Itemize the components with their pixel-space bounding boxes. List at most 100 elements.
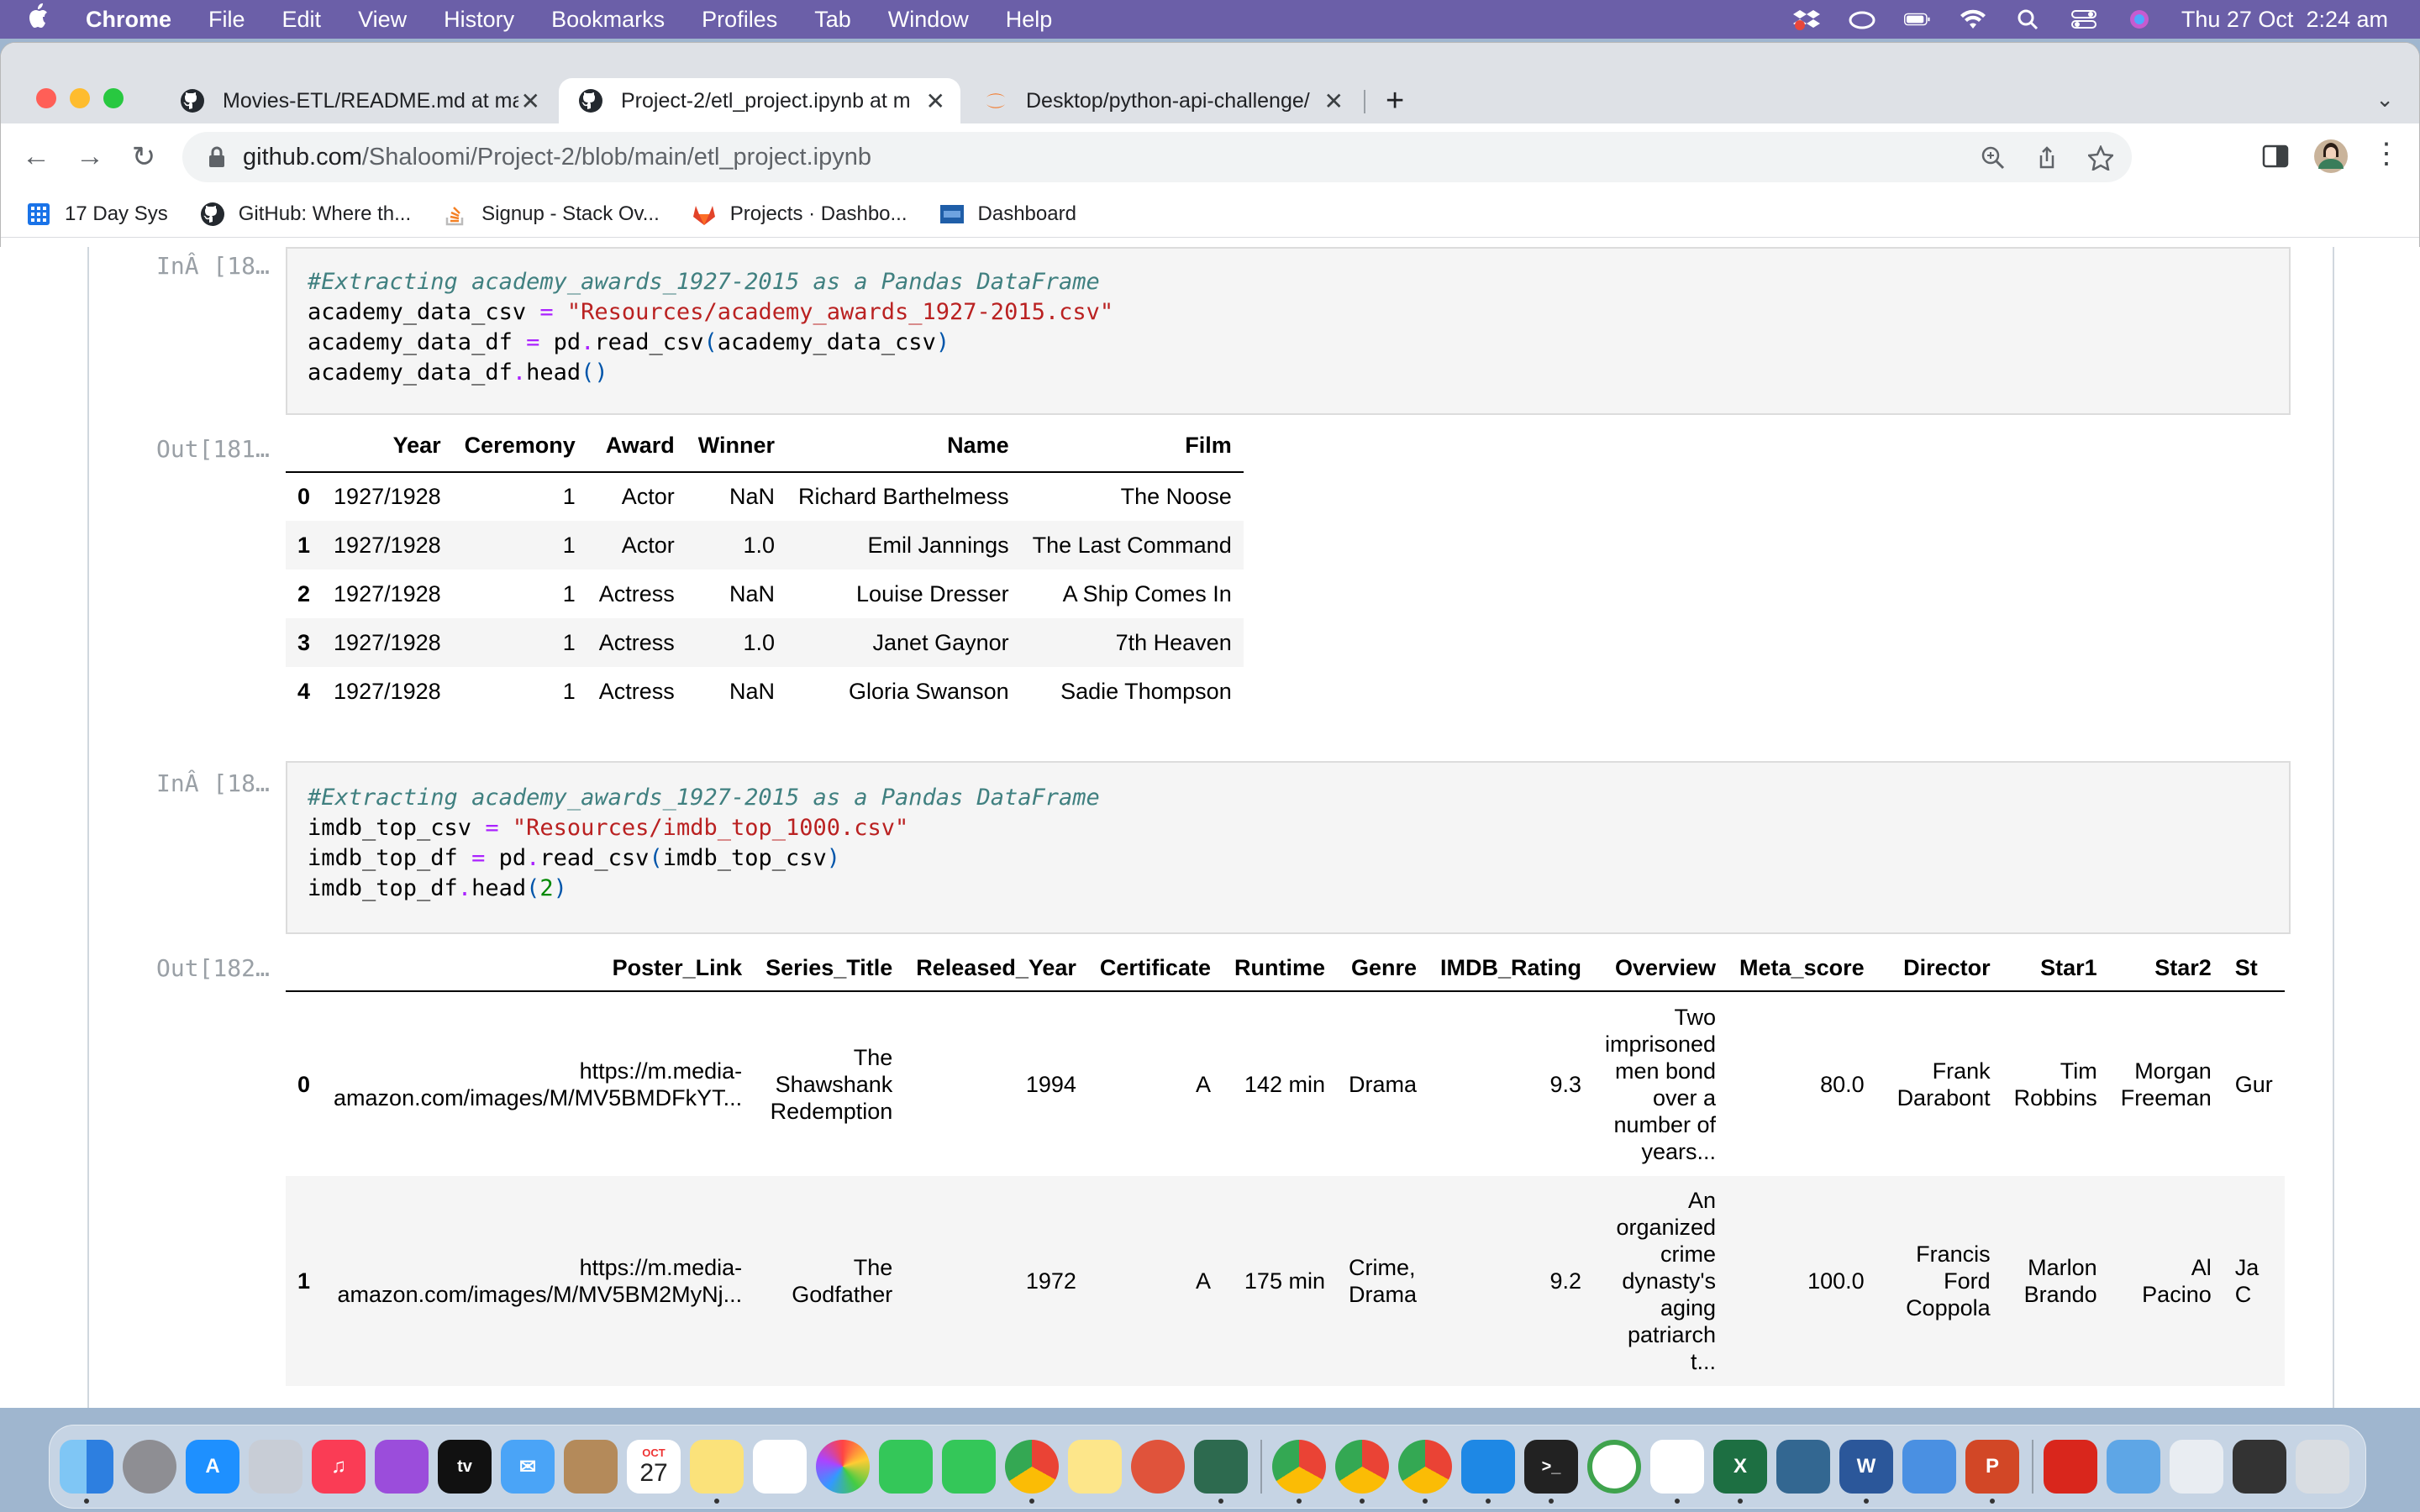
postgres-icon[interactable] — [1776, 1440, 1830, 1494]
stickies-icon[interactable] — [1068, 1440, 1122, 1494]
acrobat-icon[interactable] — [2044, 1440, 2097, 1494]
close-window-button[interactable] — [36, 88, 56, 108]
menu-tab[interactable]: Tab — [814, 7, 851, 33]
code-cell[interactable]: #Extracting academy_awards_1927-2015 as … — [286, 247, 2291, 415]
zoom-window-button[interactable] — [103, 88, 124, 108]
forward-arrow-icon[interactable]: → — [73, 140, 107, 173]
preview-icon[interactable] — [2170, 1440, 2223, 1494]
reload-icon[interactable]: ↻ — [127, 140, 160, 174]
reminders-icon[interactable] — [753, 1440, 807, 1494]
bookmark-dashboard[interactable]: Dashboard — [939, 202, 1076, 227]
menu-file[interactable]: File — [208, 7, 245, 33]
folder-icon[interactable] — [2107, 1440, 2160, 1494]
developer-tools-icon[interactable] — [1902, 1440, 1956, 1494]
mail-icon[interactable]: ✉ — [501, 1440, 555, 1494]
table-cell: 1 — [562, 484, 576, 509]
wifi-tool-icon[interactable] — [1194, 1440, 1248, 1504]
menu-history[interactable]: History — [444, 7, 514, 33]
address-bar[interactable]: github.com/Shaloomi/Project-2/blob/main/… — [182, 132, 2132, 182]
control-center-icon[interactable] — [2070, 8, 2097, 30]
menu-window[interactable]: Window — [888, 7, 969, 33]
creative-cloud-icon[interactable] — [1849, 8, 1876, 30]
music-icon[interactable]: ♫ — [312, 1440, 366, 1494]
column-header: Winner — [697, 433, 776, 458]
table-cell: Crime, Drama — [1348, 1255, 1417, 1307]
tab-separator — [1364, 90, 1365, 113]
menu-profiles[interactable]: Profiles — [702, 7, 777, 33]
messages-icon[interactable] — [879, 1440, 933, 1494]
podcasts-icon[interactable] — [375, 1440, 429, 1494]
table-cell: 175 min — [1244, 1268, 1325, 1294]
bookmark-gitlab-projects[interactable]: Projects · Dashbo... — [692, 202, 908, 227]
facetime-icon[interactable] — [942, 1440, 996, 1494]
menu-bookmarks[interactable]: Bookmarks — [551, 7, 665, 33]
apple-menu-icon[interactable] — [27, 3, 77, 35]
tab-python-api-challenge[interactable]: Desktop/python-api-challenge/ ✕ — [964, 78, 1359, 123]
table-cell: Morgan Freeman — [2120, 1058, 2212, 1110]
menu-edit[interactable]: Edit — [282, 7, 322, 33]
notes-icon[interactable] — [690, 1440, 744, 1504]
close-tab-icon[interactable]: ✕ — [926, 87, 945, 115]
close-tab-icon[interactable]: ✕ — [521, 87, 540, 115]
vscode-icon[interactable] — [1461, 1440, 1515, 1504]
dropbox-status-icon[interactable] — [1792, 8, 1820, 30]
close-tab-icon[interactable]: ✕ — [1324, 87, 1344, 115]
wifi-icon[interactable] — [1960, 8, 1986, 30]
back-arrow-icon[interactable]: ← — [19, 140, 53, 173]
chrome-profile-icon[interactable] — [1398, 1440, 1452, 1504]
bookmark-17-day-sys[interactable]: 17 Day Sys — [26, 202, 168, 227]
bookmark-star-icon[interactable] — [2086, 144, 2115, 172]
table-cell: Marlon Brando — [2023, 1255, 2097, 1307]
siri-icon[interactable] — [2126, 8, 2153, 30]
bookmark-github[interactable]: GitHub: Where th... — [200, 202, 411, 227]
activity-monitor-icon[interactable] — [1587, 1440, 1641, 1494]
table-cell: 1927/1928 — [334, 532, 441, 558]
chrome-profile-icon[interactable] — [1335, 1440, 1389, 1504]
tab-movies-etl[interactable]: Movies-ETL/README.md at ma ✕ — [160, 78, 555, 123]
menu-view[interactable]: View — [358, 7, 407, 33]
lock-icon[interactable] — [208, 146, 226, 168]
code-line: imdb_top_df = pd.read_csv(imdb_top_csv) — [308, 845, 841, 871]
word-icon[interactable]: W — [1839, 1440, 1893, 1504]
git-client-icon[interactable] — [1131, 1440, 1185, 1494]
powerpoint-icon[interactable]: P — [1965, 1440, 2019, 1504]
zoom-icon[interactable] — [1981, 145, 2006, 171]
tab-search-chevron-icon[interactable]: ⌄ — [2375, 87, 2394, 113]
share-icon[interactable] — [2034, 145, 2060, 171]
column-header: St — [2234, 954, 2258, 980]
app-store-icon[interactable]: A — [186, 1440, 239, 1494]
row-index: 3 — [297, 629, 311, 655]
new-tab-button[interactable]: + — [1386, 83, 1404, 119]
terminal-icon[interactable]: >_ — [1524, 1440, 1578, 1504]
minimize-window-button[interactable] — [70, 88, 90, 108]
menubar-clock[interactable]: Thu 27 Oct 2:24 am — [2181, 7, 2388, 33]
code-module: pd — [498, 845, 527, 871]
out-prompt: Out[182… — [156, 954, 270, 982]
bookmark-stack-overflow[interactable]: Signup - Stack Ov... — [443, 202, 660, 227]
chrome-icon[interactable] — [1005, 1440, 1059, 1504]
code-cell[interactable]: #Extracting academy_awards_1927-2015 as … — [286, 761, 2291, 934]
launchpad-icon[interactable] — [249, 1440, 302, 1494]
column-header: Star2 — [2154, 954, 2212, 980]
side-panel-icon[interactable] — [2261, 142, 2290, 171]
excel-icon[interactable]: X — [1713, 1440, 1767, 1504]
photos-icon[interactable] — [816, 1440, 870, 1494]
column-header: Series_Title — [765, 954, 893, 980]
tv-icon[interactable]: tv — [438, 1440, 492, 1494]
menu-app-name[interactable]: Chrome — [86, 7, 171, 33]
profile-avatar[interactable] — [2313, 139, 2349, 174]
calendar-icon[interactable]: OCT 27 — [627, 1440, 681, 1494]
spotlight-search-icon[interactable] — [2015, 8, 2042, 30]
kebab-menu-icon[interactable]: ⋮ — [2372, 137, 2401, 170]
menu-help[interactable]: Help — [1006, 7, 1053, 33]
window-grid-icon[interactable] — [2233, 1440, 2286, 1494]
tab-etl-project[interactable]: Project-2/etl_project.ipynb at m ✕ — [559, 78, 960, 123]
system-settings-icon[interactable] — [123, 1440, 176, 1494]
trash-icon[interactable] — [2296, 1440, 2349, 1494]
battery-icon[interactable] — [1903, 8, 1931, 30]
contacts-icon[interactable] — [564, 1440, 618, 1494]
dataframe-scroll-container[interactable]: Poster_Link Series_Title Released_Year C… — [286, 944, 2291, 1408]
finder-icon[interactable] — [60, 1440, 113, 1504]
slack-icon[interactable] — [1650, 1440, 1704, 1504]
chrome-profile-icon[interactable] — [1272, 1440, 1326, 1504]
